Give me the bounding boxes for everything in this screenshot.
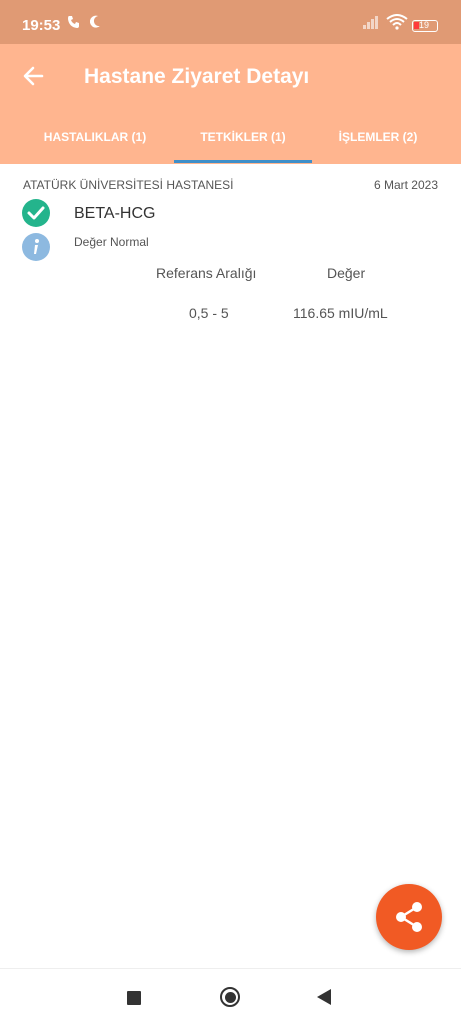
share-button[interactable]	[376, 884, 442, 950]
home-icon	[224, 991, 236, 1003]
wifi-icon	[386, 14, 408, 35]
battery-level: 19	[418, 20, 429, 30]
active-tab-indicator	[174, 160, 312, 163]
signal-icon	[362, 14, 380, 35]
system-nav-bar	[0, 968, 461, 1025]
home-button[interactable]	[220, 987, 240, 1007]
page-title: Hastane Ziyaret Detayı	[84, 65, 310, 88]
recents-button[interactable]	[127, 991, 141, 1005]
status-bar: 19:53 19	[0, 0, 461, 44]
info-icon	[22, 233, 50, 261]
tab-hastaliklar[interactable]: HASTALIKLAR (1)	[20, 130, 170, 144]
share-icon	[376, 902, 442, 954]
back-arrow-icon[interactable]	[20, 62, 48, 90]
test-status: Değer Normal	[74, 235, 149, 249]
back-button[interactable]	[316, 988, 332, 1011]
test-value: 116.65 mIU/mL	[293, 305, 388, 321]
reference-range-value: 0,5 - 5	[189, 305, 229, 321]
call-icon	[66, 14, 82, 35]
visit-date: 6 Mart 2023	[373, 178, 438, 192]
tab-islemler[interactable]: İŞLEMLER (2)	[315, 130, 441, 144]
moon-icon	[88, 14, 102, 35]
reference-range-header: Referans Aralığı	[156, 265, 257, 281]
check-icon	[22, 199, 50, 227]
tab-tetkikler[interactable]: TETKİKLER (1)	[174, 130, 312, 144]
app-bar: Hastane Ziyaret Detayı HASTALIKLAR (1) T…	[0, 44, 461, 164]
hospital-name: ATATÜRK ÜNİVERSİTESİ HASTANESİ	[23, 178, 234, 192]
status-time: 19:53	[22, 17, 61, 34]
test-name: BETA-HCG	[74, 205, 156, 222]
value-header: Değer	[327, 265, 366, 281]
battery-icon: 19	[412, 20, 438, 32]
